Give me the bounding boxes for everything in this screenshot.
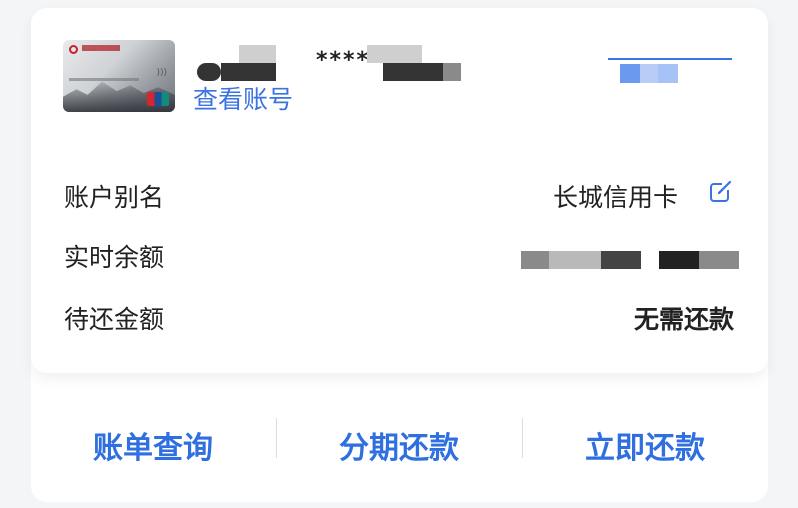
due-row: 待还金额 无需还款 [64,300,734,340]
masked-card-number: **** [316,48,371,73]
masked-top-right [620,64,640,83]
bank-name-strip [82,45,120,51]
masked-name [197,63,221,81]
repay-now-button[interactable]: 立即还款 [545,423,745,467]
masked-balance [699,251,739,269]
view-account-link[interactable]: 查看账号 [193,80,293,116]
balance-label: 实时余额 [64,243,165,272]
card-number-strip [69,78,139,81]
alias-label: 账户别名 [64,183,165,212]
masked-balance [549,251,601,269]
masked-top-right [640,64,658,83]
masked-name [239,45,276,63]
action-divider [276,418,277,458]
bank-logo [69,45,78,54]
due-label: 待还金额 [64,305,165,334]
masked-card-number-tail [443,63,461,81]
masked-balance [601,251,641,269]
alias-value: 长城信用卡 [552,183,678,212]
edit-icon[interactable] [708,178,734,204]
nfc-icon: ))) [156,68,167,78]
installment-button[interactable]: 分期还款 [299,423,499,467]
due-value: 无需还款 [633,305,734,334]
masked-balance [521,251,549,269]
unionpay-logo [147,92,169,106]
masked-balance [659,251,699,269]
alias-row: 账户别名 长城信用卡 [64,178,734,218]
action-divider [522,418,523,458]
masked-card-number-tail [367,45,422,63]
action-bar: 账单查询 分期还款 立即还款 [31,408,768,468]
account-card: ))) **** 查看账号 账户别名 长城信用卡 实时余额 待还金额 无需还款 … [31,8,768,502]
masked-top-right-underline [608,58,732,60]
account-info-panel: ))) **** 查看账号 账户别名 长城信用卡 实时余额 待还金额 无需还款 [31,8,768,373]
bank-card-image: ))) [63,40,175,112]
masked-card-number-tail [383,63,443,81]
masked-name [221,63,276,81]
masked-top-right [658,64,678,83]
bill-query-button[interactable]: 账单查询 [53,423,253,467]
